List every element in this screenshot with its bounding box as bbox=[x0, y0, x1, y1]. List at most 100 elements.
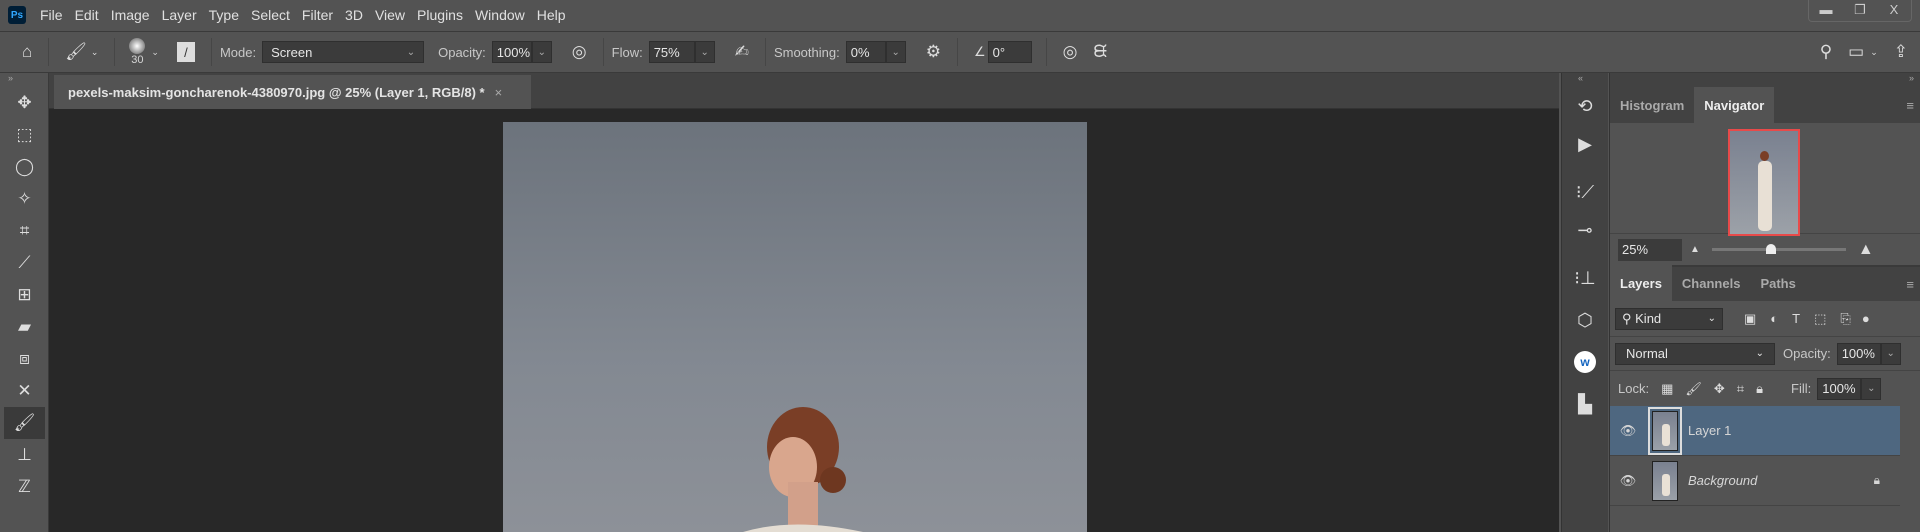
tab-navigator[interactable]: Navigator bbox=[1694, 87, 1775, 123]
clone-stamp-tool-icon[interactable]: ⊥ bbox=[0, 439, 49, 471]
menu-help[interactable]: Help bbox=[537, 7, 566, 23]
menu-edit[interactable]: Edit bbox=[75, 7, 99, 23]
blend-mode-select[interactable]: Normal ⌄ bbox=[1615, 342, 1775, 365]
zoom-slider[interactable] bbox=[1711, 244, 1846, 254]
menu-layer[interactable]: Layer bbox=[162, 7, 197, 23]
history-icon[interactable]: ⟲ bbox=[1562, 87, 1608, 125]
zoom-slider-thumb[interactable] bbox=[1765, 244, 1776, 254]
menu-image[interactable]: Image bbox=[111, 7, 150, 23]
navigator-view-box[interactable] bbox=[1728, 129, 1800, 236]
chevron-down-icon[interactable]: ⌄ bbox=[151, 47, 159, 58]
filter-adjustment-icon[interactable]: ◐ bbox=[1770, 311, 1778, 326]
collapse-panels-icon[interactable]: » bbox=[1610, 73, 1920, 87]
filter-smart-object-icon[interactable]: ⎘ bbox=[1840, 311, 1850, 327]
brush-preset-picker[interactable]: 30 bbox=[129, 38, 146, 66]
menu-3d[interactable]: 3D bbox=[345, 7, 363, 23]
menu-view[interactable]: View bbox=[375, 7, 405, 23]
home-icon[interactable]: ⌂ bbox=[22, 42, 32, 62]
visibility-eye-icon[interactable]: 👁︎ bbox=[1610, 473, 1646, 489]
menu-filter[interactable]: Filter bbox=[302, 7, 333, 23]
tab-layers[interactable]: Layers bbox=[1610, 265, 1672, 301]
3d-cube-icon[interactable]: ⬡ bbox=[1562, 301, 1608, 339]
layer-name[interactable]: Layer 1 bbox=[1688, 423, 1731, 438]
brush-tool-icon[interactable]: 🖌︎ bbox=[4, 407, 45, 439]
expand-panels-icon[interactable]: « bbox=[1562, 73, 1608, 87]
flow-dropdown[interactable]: ⌄ bbox=[694, 41, 715, 63]
lock-pixels-icon[interactable]: 🖌︎ bbox=[1685, 381, 1702, 397]
smoothing-dropdown[interactable]: ⌄ bbox=[885, 41, 906, 63]
search-icon[interactable]: ⚲ bbox=[1820, 42, 1832, 62]
airbrush-icon[interactable]: ✍︎ bbox=[735, 42, 749, 62]
document-tab[interactable]: pexels-maksim-goncharenok-4380970.jpg @ … bbox=[54, 75, 531, 109]
filter-pixel-icon[interactable]: ▣ bbox=[1744, 311, 1756, 327]
flow-input[interactable]: 75% bbox=[648, 41, 695, 63]
eyedropper-tool-icon[interactable]: ⟋ bbox=[0, 247, 49, 279]
menu-window[interactable]: Window bbox=[475, 7, 525, 23]
magic-wand-tool-icon[interactable]: ✧ bbox=[0, 183, 49, 215]
filter-toggle-icon[interactable]: ● bbox=[1862, 311, 1870, 326]
menu-plugins[interactable]: Plugins bbox=[417, 7, 463, 23]
opacity-input[interactable]: 100% bbox=[491, 41, 532, 63]
collapse-toolbar-icon[interactable]: » bbox=[0, 73, 48, 87]
plugin-w-icon[interactable]: w bbox=[1562, 343, 1608, 381]
tab-histogram[interactable]: Histogram bbox=[1610, 87, 1694, 123]
zoom-in-icon[interactable]: ▲ bbox=[1858, 241, 1874, 259]
filter-type-icon[interactable]: T bbox=[1792, 311, 1800, 326]
pressure-opacity-icon[interactable]: ◎ bbox=[572, 42, 587, 62]
filter-shape-icon[interactable]: ⬚ bbox=[1814, 311, 1826, 327]
lock-all-icon[interactable]: 🔒︎ bbox=[1756, 381, 1763, 397]
layer-name[interactable]: Background bbox=[1688, 473, 1757, 488]
brush-settings-panel-icon[interactable]: ⁝⟋ bbox=[1562, 173, 1608, 211]
layer-opacity-input[interactable]: 100% bbox=[1836, 342, 1881, 365]
canvas-image[interactable] bbox=[503, 122, 1087, 532]
lock-transparent-icon[interactable]: ▦ bbox=[1661, 381, 1673, 397]
layer-opacity-dropdown[interactable]: ⌄ bbox=[1880, 342, 1901, 365]
clone-source-icon[interactable]: ⁝⊥ bbox=[1562, 259, 1608, 297]
move-tool-icon[interactable]: ✥ bbox=[0, 87, 49, 119]
symmetry-butterfly-icon[interactable]: ᙙ bbox=[1093, 42, 1107, 62]
brush-tool-preset-icon[interactable]: 🖌︎ ⌄ bbox=[65, 42, 98, 62]
crop-tool-icon[interactable]: ⌗ bbox=[0, 215, 49, 247]
smoothing-input[interactable]: 0% bbox=[845, 41, 886, 63]
pressure-size-icon[interactable]: ◎ bbox=[1063, 42, 1078, 62]
lock-artboard-icon[interactable]: ⌗ bbox=[1737, 381, 1744, 397]
marquee-tool-icon[interactable]: ⬚ bbox=[0, 119, 49, 151]
healing-brush-tool-icon[interactable]: ⊞ bbox=[0, 279, 49, 311]
zoom-input[interactable]: 25% bbox=[1618, 238, 1682, 261]
close-window-button[interactable]: X bbox=[1877, 0, 1911, 21]
brush-settings-icon[interactable]: / bbox=[176, 42, 195, 62]
opacity-dropdown[interactable]: ⌄ bbox=[531, 41, 552, 63]
workspace-icon[interactable]: ▭ ⌄ bbox=[1848, 42, 1878, 62]
lasso-tool-icon[interactable]: ◯ bbox=[0, 151, 49, 183]
brushes-panel-icon[interactable]: ⊸ bbox=[1562, 211, 1608, 249]
layers-panel-menu-icon[interactable]: ≡ bbox=[1906, 277, 1914, 292]
share-icon[interactable]: ⇪ bbox=[1894, 42, 1908, 62]
gear-icon[interactable]: ⚙︎ bbox=[926, 42, 941, 62]
layer-row-layer-1[interactable]: 👁︎ Layer 1 bbox=[1610, 406, 1900, 456]
history-brush-tool-icon[interactable]: ℤ bbox=[0, 471, 49, 503]
mode-select[interactable]: Screen ⌄ bbox=[262, 41, 425, 63]
minimize-button[interactable]: ▬ bbox=[1809, 0, 1843, 21]
zoom-out-icon[interactable]: ▲ bbox=[1690, 244, 1700, 255]
restore-button[interactable]: ❐ bbox=[1843, 0, 1877, 21]
patch-tool-icon[interactable]: ⧈ bbox=[0, 343, 49, 375]
angle-input[interactable]: 0° bbox=[987, 41, 1032, 63]
plugins-panel-icon[interactable]: ▙ bbox=[1562, 385, 1608, 423]
menu-type[interactable]: Type bbox=[209, 7, 239, 23]
tab-paths[interactable]: Paths bbox=[1750, 265, 1805, 301]
close-tab-icon[interactable]: × bbox=[495, 85, 503, 100]
fill-dropdown[interactable]: ⌄ bbox=[1861, 377, 1882, 400]
panel-menu-icon[interactable]: ≡ bbox=[1906, 98, 1914, 113]
actions-play-icon[interactable]: ▶ bbox=[1562, 125, 1608, 163]
layer-row-background[interactable]: 👁︎ Background 🔒︎ bbox=[1610, 456, 1900, 506]
navigator-preview[interactable] bbox=[1610, 123, 1920, 236]
visibility-eye-icon[interactable]: 👁︎ bbox=[1610, 423, 1646, 439]
content-aware-move-tool-icon[interactable]: ✕ bbox=[0, 375, 49, 407]
lock-position-icon[interactable]: ✥ bbox=[1714, 381, 1725, 397]
tab-channels[interactable]: Channels bbox=[1672, 265, 1751, 301]
menu-select[interactable]: Select bbox=[251, 7, 290, 23]
fill-input[interactable]: 100% bbox=[1817, 377, 1862, 400]
filter-kind-select[interactable]: ⚲ Kind ⌄ bbox=[1615, 307, 1723, 330]
bandage-tool-icon[interactable]: ▰ bbox=[0, 311, 49, 343]
menu-file[interactable]: File bbox=[40, 7, 63, 23]
